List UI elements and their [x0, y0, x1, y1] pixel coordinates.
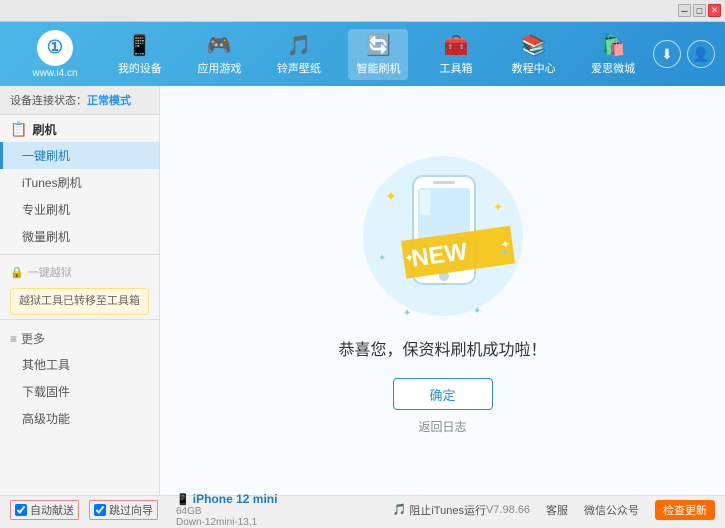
flash-section-icon: 📋 — [10, 121, 27, 138]
nav-label-toolbox: 工具箱 — [440, 60, 473, 76]
logo-website: www.i4.cn — [32, 68, 77, 79]
maximize-button[interactable]: □ — [693, 4, 706, 17]
flash-section-label: 刷机 — [32, 121, 56, 138]
nav-item-smart-shop[interactable]: 🔄 智能刷机 — [348, 29, 408, 80]
connection-status-value: 正常模式 — [87, 95, 131, 107]
bottom-bar: 自动献送 跳过向导 📱 iPhone 12 mini 64GB Down-12m… — [0, 495, 725, 523]
auto-send-checkbox[interactable] — [15, 504, 27, 516]
logo-icon: ① — [37, 30, 73, 66]
more-icon: ≡ — [10, 332, 17, 346]
minimize-button[interactable]: ─ — [678, 4, 691, 17]
nav-item-tutorial-center[interactable]: 📚 教程中心 — [504, 29, 564, 80]
nav-label-tutorial-center: 教程中心 — [512, 60, 556, 76]
sidebar-item-itunes-flash[interactable]: iTunes刷机 — [0, 169, 159, 196]
via-wizard-label: 跳过向导 — [109, 502, 153, 518]
nav-icon-weidian: 🛍️ — [601, 33, 626, 58]
success-message: 恭喜您，保资料刷机成功啦！ — [338, 336, 546, 360]
auto-send-label: 自动献送 — [30, 502, 74, 518]
check-update-button[interactable]: 检查更新 — [655, 500, 715, 520]
main-layout: 设备连接状态：正常模式 📋 刷机 一键刷机 iTunes刷机 专业刷机 微量刷机… — [0, 86, 725, 495]
sidebar-section-more: ≡ 更多 — [0, 324, 159, 351]
back-to-home-link[interactable]: 返回日志 — [418, 418, 466, 435]
success-illustration: NEW ✦ ✦ ✦ ✦ ✦ ✦ ✦ ✦ — [353, 146, 533, 336]
device-icon: 📱 — [176, 494, 190, 506]
sidebar-item-other-tools[interactable]: 其他工具 — [0, 351, 159, 378]
auto-send-checkbox-item[interactable]: 自动献送 — [10, 500, 79, 520]
sidebar-divider-2 — [0, 319, 159, 320]
sidebar-section-jailbreak: 🔒 一键越狱 — [0, 259, 159, 284]
nav-bar: 📱 我的设备 🎮 应用游戏 🎵 铃声壁纸 🔄 智能刷机 🧰 工具箱 📚 教程中心 🛍️ 爱思微城 — [100, 29, 653, 80]
header-right: ⬇ 👤 — [653, 40, 715, 68]
itunes-status: 🎵 阻止iTunes运行 — [393, 502, 486, 518]
bottom-left: 自动献送 跳过向导 📱 iPhone 12 mini 64GB Down-12m… — [10, 492, 393, 528]
version-label: V7.98.66 — [486, 504, 530, 516]
device-firmware: Down-12mini-13,1 — [176, 517, 277, 528]
svg-text:✦: ✦ — [501, 248, 509, 259]
sidebar-item-pro-flash[interactable]: 专业刷机 — [0, 196, 159, 223]
nav-label-my-device: 我的设备 — [118, 60, 162, 76]
nav-item-my-device[interactable]: 📱 我的设备 — [110, 29, 170, 80]
device-name: iPhone 12 mini — [193, 492, 278, 506]
lock-icon: 🔒 — [10, 266, 24, 279]
nav-label-weidian: 爱思微城 — [591, 60, 635, 76]
itunes-icon: 🎵 — [393, 503, 407, 516]
content-area: NEW ✦ ✦ ✦ ✦ ✦ ✦ ✦ ✦ 恭喜您，保资料刷机成功啦！ 确定 返回日… — [160, 86, 725, 495]
download-button[interactable]: ⬇ — [653, 40, 681, 68]
jailbreak-notice: 越狱工具已转移至工具箱 — [10, 288, 149, 315]
sidebar-section-flash: 📋 刷机 — [0, 115, 159, 142]
nav-icon-smart-shop: 🔄 — [366, 33, 391, 58]
nav-icon-ringtone-wallpaper: 🎵 — [286, 33, 311, 58]
svg-text:✦: ✦ — [403, 250, 415, 265]
nav-icon-tutorial-center: 📚 — [521, 33, 546, 58]
sidebar-divider-1 — [0, 254, 159, 255]
customer-service-link[interactable]: 客服 — [546, 502, 568, 518]
device-info-bar: 📱 iPhone 12 mini 64GB Down-12mini-13,1 — [176, 492, 277, 528]
svg-text:✦: ✦ — [378, 253, 386, 264]
connection-status: 设备连接状态：正常模式 — [0, 86, 159, 115]
nav-icon-app-games: 🎮 — [207, 33, 232, 58]
nav-item-toolbox[interactable]: 🧰 工具箱 — [428, 29, 484, 80]
svg-text:✦: ✦ — [385, 188, 397, 204]
close-button[interactable]: ✕ — [708, 4, 721, 17]
via-wizard-checkbox-item[interactable]: 跳过向导 — [89, 500, 158, 520]
header: ① www.i4.cn 📱 我的设备 🎮 应用游戏 🎵 铃声壁纸 🔄 智能刷机 🧰 工具箱 📚 教程中… — [0, 22, 725, 86]
svg-text:✦: ✦ — [403, 308, 411, 319]
connection-status-label: 设备连接状态： — [10, 95, 87, 107]
nav-item-weidian[interactable]: 🛍️ 爱思微城 — [583, 29, 643, 80]
nav-icon-toolbox: 🧰 — [444, 33, 469, 58]
more-label: 更多 — [21, 330, 45, 347]
confirm-button[interactable]: 确定 — [393, 378, 493, 410]
nav-icon-my-device: 📱 — [127, 33, 152, 58]
sidebar-item-advanced[interactable]: 高级功能 — [0, 405, 159, 432]
sidebar-item-one-click-flash[interactable]: 一键刷机 — [0, 142, 159, 169]
user-button[interactable]: 👤 — [687, 40, 715, 68]
svg-text:✦: ✦ — [493, 200, 503, 214]
via-wizard-checkbox[interactable] — [94, 504, 106, 516]
jailbreak-label: 一键越狱 — [28, 264, 72, 280]
device-storage: 64GB — [176, 506, 277, 517]
svg-text:✦: ✦ — [473, 306, 481, 317]
wechat-link[interactable]: 微信公众号 — [584, 502, 639, 518]
bottom-right: V7.98.66 客服 微信公众号 检查更新 — [486, 500, 715, 520]
nav-item-app-games[interactable]: 🎮 应用游戏 — [189, 29, 249, 80]
nav-item-ringtone-wallpaper[interactable]: 🎵 铃声壁纸 — [269, 29, 329, 80]
sidebar: 设备连接状态：正常模式 📋 刷机 一键刷机 iTunes刷机 专业刷机 微量刷机… — [0, 86, 160, 495]
nav-label-app-games: 应用游戏 — [197, 60, 241, 76]
nav-label-smart-shop: 智能刷机 — [356, 60, 400, 76]
sidebar-item-save-flash[interactable]: 微量刷机 — [0, 223, 159, 250]
sidebar-item-download-firmware[interactable]: 下载固件 — [0, 378, 159, 405]
nav-label-ringtone-wallpaper: 铃声壁纸 — [277, 60, 321, 76]
logo-area: ① www.i4.cn — [10, 30, 100, 79]
itunes-status-text: 阻止iTunes运行 — [409, 502, 486, 518]
title-bar: ─ □ ✕ — [0, 0, 725, 22]
